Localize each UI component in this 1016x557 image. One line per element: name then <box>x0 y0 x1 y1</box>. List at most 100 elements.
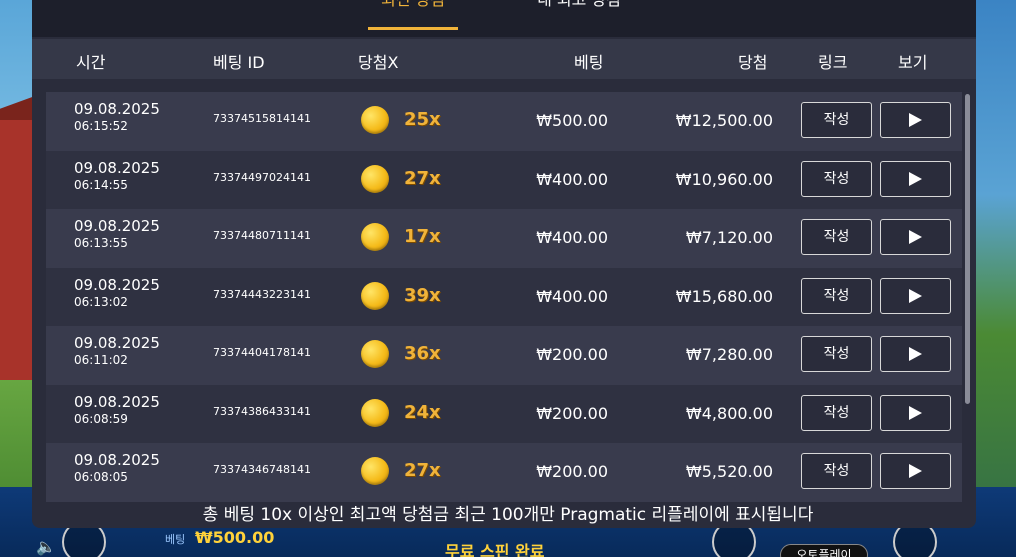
row-win-amount: ₩4,800.00 <box>685 403 773 423</box>
header-bet-id: 베팅 ID <box>213 53 265 72</box>
row-time: 06:14:55 <box>74 177 128 192</box>
row-bet-amount: ₩200.00 <box>536 345 608 364</box>
row-time: 06:13:02 <box>74 294 128 309</box>
play-replay-button[interactable] <box>880 277 951 314</box>
row-bet-amount: ₩400.00 <box>536 169 608 189</box>
row-date: 09.08.2025 <box>74 100 160 118</box>
row-multiplier: 24x <box>404 401 441 423</box>
coin-icon <box>361 340 389 368</box>
play-replay-button[interactable] <box>880 219 951 255</box>
active-tab-underline <box>368 27 458 30</box>
header-bet: 베팅 <box>574 53 604 72</box>
play-replay-button[interactable] <box>880 102 951 138</box>
table-row: 09.08.2025 06:08:05 73374346748141 27x ₩… <box>46 443 962 502</box>
footer-note: 총 베팅 10x 이상인 최고액 당첨금 최근 100개만 Pragmatic … <box>202 505 814 525</box>
row-win-amount: ₩10,960.00 <box>675 169 773 189</box>
row-win-amount: ₩15,680.00 <box>675 286 773 306</box>
row-multiplier: 27x <box>404 167 441 189</box>
row-time: 06:11:02 <box>74 353 128 367</box>
row-multiplier: 27x <box>404 460 441 481</box>
row-date: 09.08.2025 <box>74 217 160 235</box>
row-bet-amount: ₩400.00 <box>536 286 608 306</box>
table-row: 09.08.2025 06:13:55 73374480711141 17x ₩… <box>46 209 962 268</box>
row-win-amount: ₩12,500.00 <box>675 111 773 130</box>
row-bet-amount: ₩200.00 <box>536 403 608 423</box>
row-multiplier: 36x <box>404 343 441 364</box>
row-date: 09.08.2025 <box>74 334 160 352</box>
row-bet-amount: ₩400.00 <box>536 228 608 247</box>
tab-bar: 최신 당첨 내 최고 당첨 <box>32 0 976 37</box>
row-time: 06:13:55 <box>74 236 128 250</box>
write-link-button[interactable]: 작성 <box>801 160 872 197</box>
row-win-amount: ₩7,120.00 <box>685 228 773 247</box>
table-scrollbar[interactable] <box>965 94 970 404</box>
play-icon <box>909 405 922 420</box>
row-date: 09.08.2025 <box>74 275 160 294</box>
play-icon <box>909 230 922 244</box>
background-scene-right <box>971 0 1016 557</box>
table-row: 09.08.2025 06:08:59 73374386433141 24x ₩… <box>46 384 962 443</box>
coin-icon <box>361 106 389 134</box>
row-time: 06:08:59 <box>74 411 128 426</box>
play-icon <box>909 347 922 361</box>
header-win-x: 당첨X <box>358 53 399 72</box>
row-win-amount: ₩7,280.00 <box>685 345 773 364</box>
play-replay-button[interactable] <box>880 394 951 431</box>
write-link-button[interactable]: 작성 <box>801 394 872 431</box>
row-bet-amount: ₩200.00 <box>536 462 608 481</box>
table-row: 09.08.2025 06:11:02 73374404178141 36x ₩… <box>46 326 962 385</box>
wins-table: 09.08.2025 06:15:52 73374515814141 25x ₩… <box>46 92 962 502</box>
row-time: 06:08:05 <box>74 470 128 484</box>
header-time: 시간 <box>76 53 106 72</box>
header-link: 링크 <box>818 53 848 72</box>
tab-recent-wins[interactable]: 최신 당첨 <box>368 0 458 34</box>
tab-recent-wins-label: 최신 당첨 <box>381 0 445 9</box>
replay-panel: 최신 당첨 내 최고 당첨 시간 베팅 ID 당첨X 베팅 당첨 링크 보기 0… <box>32 0 976 528</box>
table-row: 09.08.2025 06:13:02 73374443223141 39x ₩… <box>46 267 962 326</box>
tab-my-best-wins-label: 내 최고 당첨 <box>537 0 621 9</box>
write-link-button[interactable]: 작성 <box>801 102 872 138</box>
write-link-button[interactable]: 작성 <box>801 219 872 255</box>
row-bet-id: 73374443223141 <box>213 287 311 301</box>
coin-icon <box>361 223 389 251</box>
write-link-button[interactable]: 작성 <box>801 277 872 314</box>
row-multiplier: 17x <box>404 226 441 247</box>
row-bet-id: 73374515814141 <box>213 112 311 125</box>
tab-my-best-wins[interactable]: 내 최고 당첨 <box>524 0 634 34</box>
play-icon <box>909 288 922 303</box>
autoplay-button[interactable]: 오토플레이 <box>780 544 868 557</box>
play-icon <box>909 113 922 127</box>
row-bet-id: 73374404178141 <box>213 346 311 359</box>
row-bet-amount: ₩500.00 <box>536 111 608 130</box>
row-date: 09.08.2025 <box>74 392 160 411</box>
row-date: 09.08.2025 <box>74 451 160 469</box>
game-bet-label: 베팅 <box>165 533 186 546</box>
play-replay-button[interactable] <box>880 453 951 489</box>
play-icon <box>909 171 922 186</box>
header-view: 보기 <box>898 53 928 72</box>
speaker-icon[interactable]: 🔈 <box>36 537 56 556</box>
row-bet-id: 73374346748141 <box>213 463 311 476</box>
row-bet-id: 73374480711141 <box>213 229 311 242</box>
table-row: 09.08.2025 06:15:52 73374515814141 25x ₩… <box>46 92 962 151</box>
row-multiplier: 39x <box>404 284 441 306</box>
row-bet-id: 73374386433141 <box>213 404 311 418</box>
coin-icon <box>361 398 389 427</box>
row-date: 09.08.2025 <box>74 158 160 177</box>
play-icon <box>909 464 922 478</box>
game-bet-value: ₩500.00 <box>195 528 275 547</box>
write-link-button[interactable]: 작성 <box>801 336 872 372</box>
play-replay-button[interactable] <box>880 336 951 372</box>
coin-icon <box>361 281 389 310</box>
row-win-amount: ₩5,520.00 <box>685 462 773 481</box>
play-replay-button[interactable] <box>880 160 951 197</box>
coin-icon <box>361 164 389 193</box>
write-link-button[interactable]: 작성 <box>801 453 872 489</box>
free-spin-status: 무료 스핀 완료 <box>445 542 545 557</box>
table-row: 09.08.2025 06:14:55 73374497024141 27x ₩… <box>46 150 962 209</box>
coin-icon <box>361 457 389 485</box>
row-bet-id: 73374497024141 <box>213 170 311 184</box>
table-header: 시간 베팅 ID 당첨X 베팅 당첨 링크 보기 <box>32 39 976 79</box>
row-time: 06:15:52 <box>74 119 128 133</box>
row-multiplier: 25x <box>404 109 441 130</box>
